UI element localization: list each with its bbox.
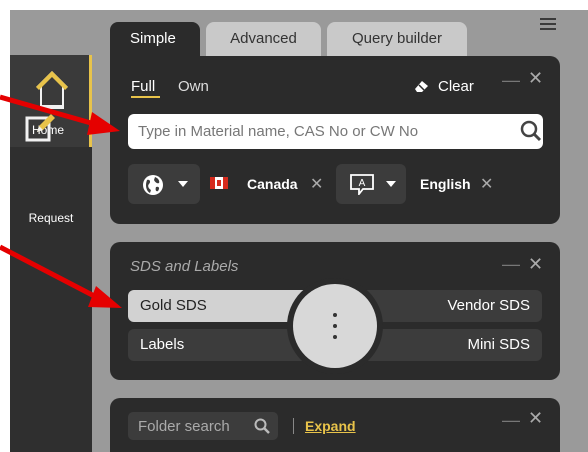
tab-query-builder[interactable]: Query builder (327, 22, 467, 56)
search-input[interactable] (138, 114, 508, 149)
close-icon[interactable]: ✕ (528, 408, 543, 429)
folder-panel: Expand — ✕ (110, 398, 560, 452)
folder-search-input[interactable] (138, 412, 248, 440)
divider (293, 418, 294, 434)
folder-search-box (128, 412, 278, 440)
kebab-dot (333, 324, 337, 328)
language-dropdown[interactable]: A (336, 164, 406, 204)
region-remove-icon[interactable]: ✕ (310, 174, 323, 194)
svg-text:A: A (359, 178, 366, 189)
minimize-icon[interactable]: — (502, 70, 520, 91)
kebab-dot (333, 335, 337, 339)
canada-flag-icon (210, 177, 228, 189)
tab-advanced[interactable]: Advanced (206, 22, 321, 56)
minimize-icon[interactable]: — (502, 410, 520, 431)
top-margin (0, 0, 588, 10)
more-options-button[interactable] (293, 284, 377, 368)
search-panel: Full Own Clear — ✕ Canada ✕ A Engli (110, 56, 560, 224)
eraser-icon[interactable] (413, 79, 429, 93)
mode-own[interactable]: Own (178, 78, 209, 95)
search-icon[interactable] (520, 120, 542, 142)
search-icon[interactable] (254, 418, 270, 434)
search-box (128, 114, 543, 149)
close-icon[interactable]: ✕ (528, 68, 543, 89)
nav-label-request: Request (28, 211, 74, 225)
home-icon (36, 71, 68, 109)
left-margin (0, 0, 10, 452)
nav-item-request[interactable]: Request (10, 163, 92, 233)
clear-button[interactable]: Clear (438, 78, 474, 95)
language-chip-label: English (420, 176, 471, 192)
sds-panel: SDS and Labels — ✕ Gold SDS Vendor SDS L… (110, 242, 560, 380)
mode-full-underline (131, 96, 160, 98)
region-dropdown[interactable] (128, 164, 200, 204)
language-icon: A (350, 174, 374, 195)
chevron-down-icon (178, 181, 188, 187)
region-chip-label: Canada (247, 176, 298, 192)
kebab-dot (333, 313, 337, 317)
mode-full[interactable]: Full (131, 78, 155, 95)
chevron-down-icon (386, 181, 396, 187)
search-tabs: Simple Advanced Query builder (110, 22, 467, 56)
close-icon[interactable]: ✕ (528, 254, 543, 275)
minimize-icon[interactable]: — (502, 254, 520, 275)
edit-icon (25, 114, 55, 142)
sds-panel-title: SDS and Labels (130, 258, 239, 275)
globe-icon (143, 175, 163, 195)
tab-simple[interactable]: Simple (110, 22, 200, 56)
menu-icon[interactable] (540, 18, 556, 34)
expand-link[interactable]: Expand (305, 418, 356, 434)
language-remove-icon[interactable]: ✕ (480, 174, 493, 194)
